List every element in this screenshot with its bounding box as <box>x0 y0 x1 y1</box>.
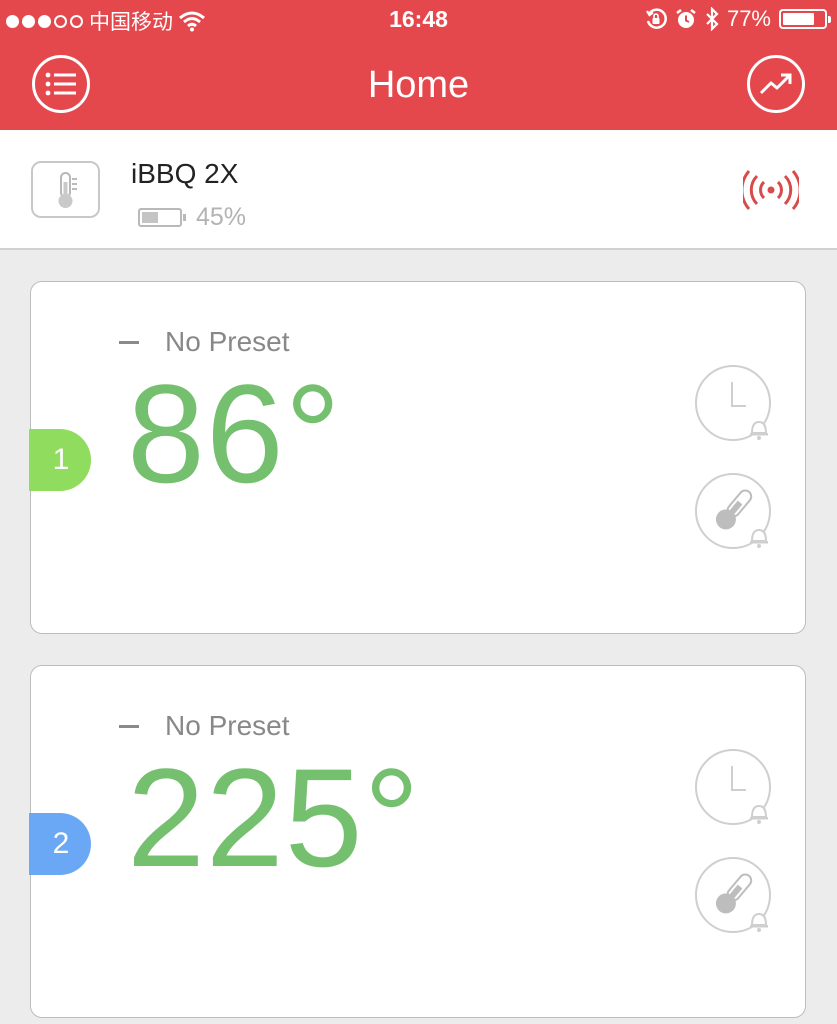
device-name: iBBQ 2X <box>131 158 239 189</box>
alarm-clock-icon <box>676 9 696 28</box>
minus-icon <box>119 724 139 728</box>
bluetooth-icon <box>706 7 719 31</box>
device-battery-icon <box>138 208 186 227</box>
battery-icon <box>779 9 831 29</box>
battery-percentage: 77% <box>726 6 771 31</box>
probe-card-1[interactable]: No Preset 86° 1 <box>29 281 806 634</box>
device-bar[interactable]: iBBQ 2X 45% <box>0 130 837 250</box>
timer-alarm-icon[interactable] <box>694 748 774 828</box>
probe-temperature: 86° <box>127 355 342 512</box>
probe-number-badge: 2 <box>29 813 91 875</box>
probe-number: 2 <box>52 827 70 860</box>
status-bar: 中国移动 16:48 77% <box>0 0 837 40</box>
probe-number: 1 <box>52 443 70 476</box>
device-battery-fill <box>142 212 159 223</box>
nav-bar: Home <box>0 40 837 130</box>
probe-number-badge: 1 <box>29 429 91 491</box>
app-header: 中国移动 16:48 77% Home <box>0 0 837 130</box>
device-battery-percentage: 45% <box>196 203 247 231</box>
battery-fill <box>783 13 814 25</box>
status-right: 77% <box>645 6 831 32</box>
chart-trend-icon <box>759 73 792 95</box>
preset-row[interactable]: No Preset <box>119 710 290 742</box>
temperature-alarm-icon[interactable] <box>694 472 774 552</box>
thermometer-device-icon <box>31 161 100 218</box>
page-title: Home <box>367 64 470 106</box>
chart-button[interactable] <box>747 55 805 113</box>
temperature-alarm-icon[interactable] <box>694 856 774 936</box>
signal-broadcast-icon[interactable] <box>743 170 799 210</box>
preset-row[interactable]: No Preset <box>119 326 290 358</box>
probe-card-2[interactable]: No Preset 225° 2 <box>29 665 806 1018</box>
orientation-lock-icon <box>646 8 667 29</box>
preset-label: No Preset <box>165 710 290 741</box>
preset-label: No Preset <box>165 326 290 357</box>
probe-temperature: 225° <box>127 739 421 896</box>
timer-alarm-icon[interactable] <box>694 364 774 444</box>
device-battery: 45% <box>138 203 246 232</box>
minus-icon <box>119 340 139 344</box>
